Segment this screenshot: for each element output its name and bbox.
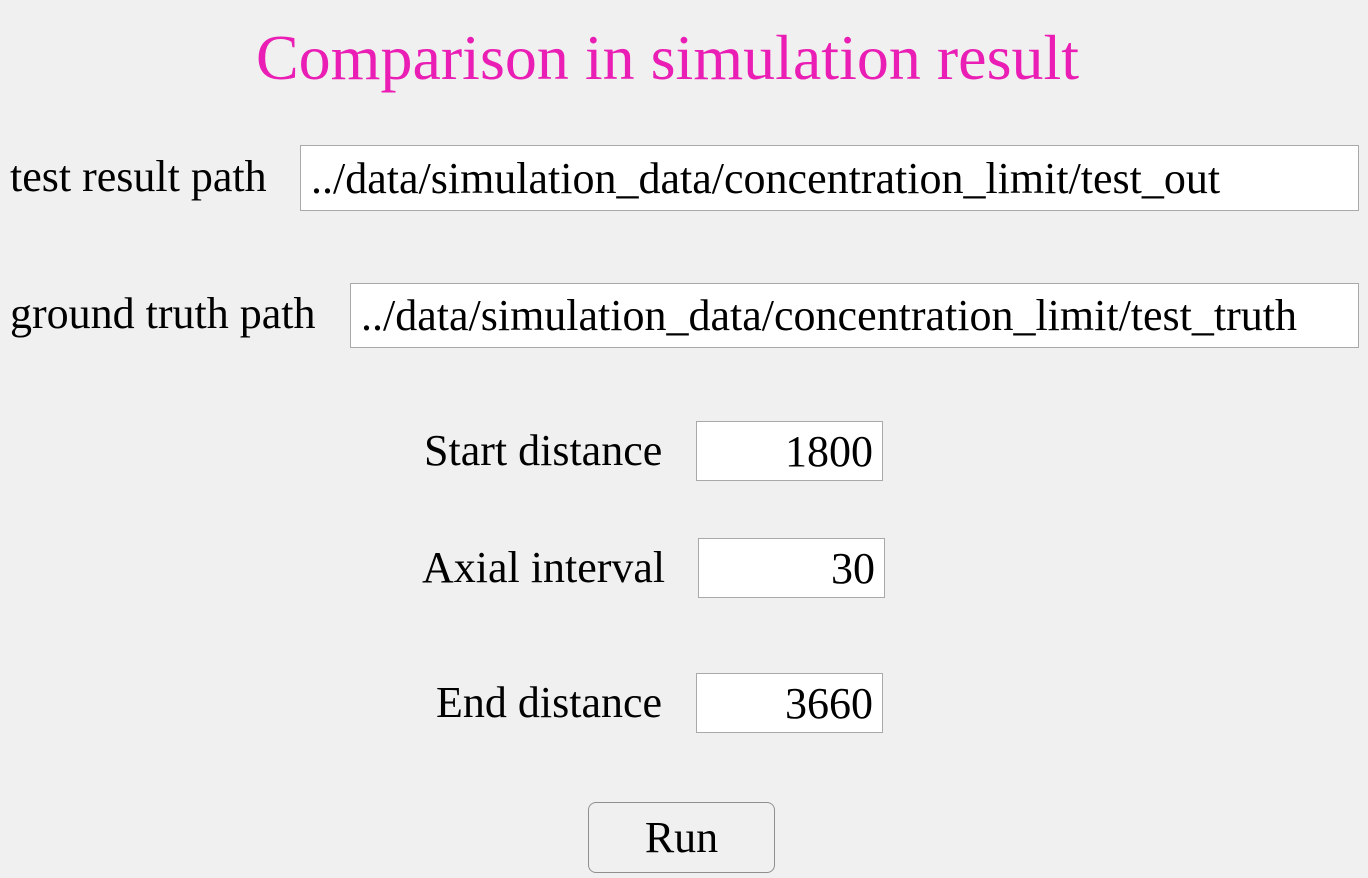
axial-interval-input[interactable]: [698, 538, 885, 598]
test-result-path-input[interactable]: [300, 145, 1359, 211]
ground-truth-path-label: ground truth path: [10, 289, 316, 338]
test-result-path-label: test result path: [10, 152, 267, 201]
page-title: Comparison in simulation result: [255, 22, 1080, 93]
end-distance-label: End distance: [436, 678, 663, 727]
run-button[interactable]: Run: [588, 802, 775, 873]
ground-truth-path-input[interactable]: [350, 283, 1359, 348]
start-distance-label: Start distance: [424, 426, 663, 475]
start-distance-input[interactable]: [696, 421, 883, 481]
end-distance-input[interactable]: [696, 673, 883, 733]
axial-interval-label: Axial interval: [422, 543, 666, 592]
